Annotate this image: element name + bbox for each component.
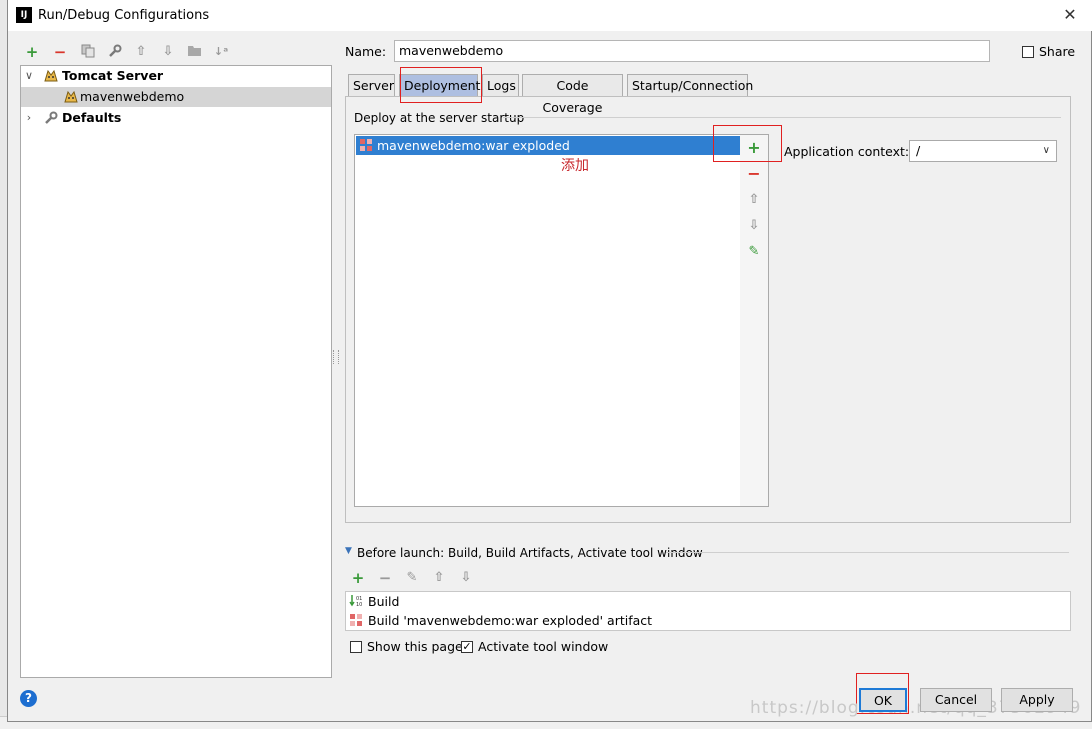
before-launch-list: 01 10 Build Build 'mavenwebdemo:war explo… bbox=[345, 591, 1071, 631]
tab-label: Logs bbox=[487, 78, 516, 93]
app-context-select[interactable]: / ∨ bbox=[909, 140, 1057, 162]
before-launch-toggle-icon[interactable]: ▼ bbox=[345, 546, 352, 556]
cancel-button[interactable]: Cancel bbox=[920, 688, 992, 712]
tree-item-label: Tomcat Server bbox=[62, 68, 164, 83]
section-divider bbox=[503, 117, 1061, 118]
tomcat-icon bbox=[43, 69, 59, 83]
deployment-item-label: mavenwebdemo:war exploded bbox=[377, 138, 570, 153]
tree-item-defaults[interactable]: › Defaults bbox=[21, 108, 331, 128]
wrench-icon bbox=[43, 111, 59, 125]
remove-icon[interactable]: − bbox=[52, 44, 68, 60]
chevron-right-icon[interactable]: › bbox=[24, 108, 34, 128]
ok-button[interactable]: OK bbox=[859, 688, 907, 712]
intellij-logo-icon: IJ bbox=[16, 7, 32, 23]
apply-button[interactable]: Apply bbox=[1001, 688, 1073, 712]
annotation-add: 添加 bbox=[561, 158, 589, 174]
config-toolbar: + − ⇧ ⇩ ↓ᵃ bbox=[24, 43, 234, 61]
show-page-checkbox[interactable] bbox=[350, 641, 362, 653]
before-launch-item-label: Build bbox=[368, 594, 400, 609]
edit-icon[interactable]: ✎ bbox=[746, 244, 762, 260]
add-icon[interactable]: + bbox=[350, 570, 366, 586]
deployment-item[interactable]: mavenwebdemo:war exploded bbox=[356, 136, 740, 155]
deploy-section-title: Deploy at the server startup bbox=[354, 111, 525, 125]
share-label: Share bbox=[1039, 44, 1076, 59]
artifact-icon bbox=[359, 138, 373, 157]
copy-icon[interactable] bbox=[80, 44, 96, 60]
tree-item-tomcat-server[interactable]: ∨ Tomcat Server bbox=[21, 66, 331, 86]
tree-item-label: mavenwebdemo bbox=[80, 89, 185, 104]
arrow-down-icon[interactable]: ⇩ bbox=[458, 570, 474, 586]
arrow-down-icon[interactable]: ⇩ bbox=[746, 218, 762, 234]
annotation-box-add-button bbox=[713, 125, 782, 162]
arrow-up-icon[interactable]: ⇧ bbox=[133, 44, 149, 60]
dialog-title: Run/Debug Configurations bbox=[38, 8, 210, 23]
arrow-up-icon[interactable]: ⇧ bbox=[431, 570, 447, 586]
config-tree: ∨ Tomcat Server mavenwebdemo › Defaults bbox=[20, 65, 332, 678]
remove-icon[interactable]: − bbox=[746, 166, 762, 182]
before-launch-item-artifact[interactable]: Build 'mavenwebdemo:war exploded' artifa… bbox=[347, 611, 1069, 630]
tab-label: Startup/Connection bbox=[632, 78, 754, 93]
help-button[interactable]: ? bbox=[20, 690, 37, 707]
chevron-down-icon: ∨ bbox=[1042, 145, 1050, 156]
arrow-up-icon[interactable]: ⇧ bbox=[746, 192, 762, 208]
before-launch-title: Before launch: Build, Build Artifacts, A… bbox=[357, 546, 703, 560]
wrench-icon[interactable] bbox=[106, 44, 122, 60]
share-checkbox[interactable] bbox=[1022, 46, 1034, 58]
panel-splitter[interactable] bbox=[333, 350, 339, 364]
tab-startup-connection[interactable]: Startup/Connection bbox=[627, 74, 753, 96]
edit-icon[interactable]: ✎ bbox=[404, 570, 420, 586]
activate-window-checkbox[interactable]: ✓ bbox=[461, 641, 473, 653]
tab-server[interactable]: Server bbox=[348, 74, 395, 96]
tomcat-icon bbox=[63, 90, 79, 104]
show-page-label: Show this page bbox=[367, 639, 463, 654]
tab-label: Server bbox=[353, 78, 394, 93]
section-divider bbox=[666, 552, 1069, 553]
artifact-icon bbox=[349, 613, 363, 632]
sort-icon[interactable]: ↓ᵃ bbox=[213, 44, 229, 60]
before-launch-toolbar: + − ✎ ⇧ ⇩ bbox=[350, 570, 480, 588]
folder-icon[interactable] bbox=[186, 44, 202, 60]
name-label: Name: bbox=[345, 44, 387, 59]
before-launch-item-build[interactable]: 01 10 Build bbox=[347, 592, 1069, 611]
name-input[interactable]: mavenwebdemo bbox=[394, 40, 990, 62]
deployment-list: mavenwebdemo:war exploded bbox=[354, 134, 741, 507]
add-icon[interactable]: + bbox=[24, 44, 40, 60]
tree-item-label: Defaults bbox=[62, 110, 122, 125]
arrow-down-icon[interactable]: ⇩ bbox=[160, 44, 176, 60]
tree-item-mavenwebdemo[interactable]: mavenwebdemo bbox=[21, 87, 331, 107]
svg-text:10: 10 bbox=[356, 602, 362, 608]
activate-window-label: Activate tool window bbox=[478, 639, 609, 654]
chevron-down-icon[interactable]: ∨ bbox=[24, 66, 34, 86]
remove-icon[interactable]: − bbox=[377, 570, 393, 586]
close-icon[interactable]: ✕ bbox=[1061, 5, 1079, 25]
tab-code-coverage[interactable]: Code Coverage bbox=[522, 74, 623, 115]
app-context-label: Application context: bbox=[784, 144, 910, 159]
before-launch-item-label: Build 'mavenwebdemo:war exploded' artifa… bbox=[368, 613, 653, 628]
deployment-side-toolbar: + − ⇧ ⇩ ✎ bbox=[740, 134, 769, 507]
annotation-box-deployment-tab bbox=[400, 67, 482, 103]
app-context-value: / bbox=[916, 143, 921, 158]
tab-logs[interactable]: Logs bbox=[482, 74, 519, 96]
